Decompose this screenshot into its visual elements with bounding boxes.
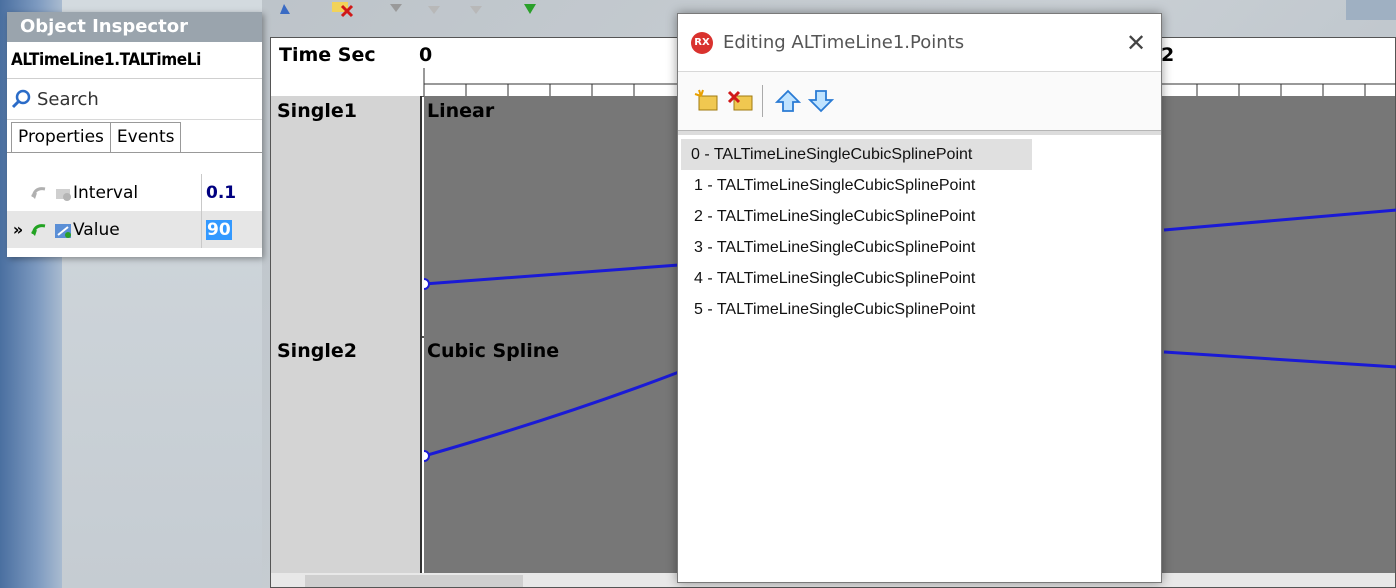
- property-type-icon: [56, 188, 71, 201]
- toolbar-edit-icon: [280, 4, 290, 14]
- toolbar-delete-icon: [332, 2, 354, 18]
- property-grid: Interval 0.1 » Value 90: [7, 174, 262, 248]
- toolbar-grey-icon-3: [470, 6, 482, 14]
- dialog-title: Editing ALTimeLine1.Points: [723, 32, 965, 53]
- list-item[interactable]: 5 - TALTimeLineSingleCubicSplinePoint: [681, 294, 1161, 325]
- toolbar-grey-icon-1: [390, 4, 402, 12]
- revert-icon: [31, 186, 46, 199]
- toolbar-separator: [762, 85, 763, 117]
- list-item[interactable]: 2 - TALTimeLineSingleCubicSplinePoint: [681, 201, 1161, 232]
- object-selector[interactable]: ALTimeLine1.TALTimeLi: [7, 42, 262, 79]
- property-row-value[interactable]: » Value 90: [7, 211, 262, 248]
- dialog-titlebar[interactable]: RX Editing ALTimeLine1.Points ✕: [678, 14, 1161, 72]
- property-name: Interval: [73, 182, 139, 203]
- property-value[interactable]: 90: [201, 211, 232, 248]
- desktop-right-edge: [1346, 0, 1396, 20]
- collection-list[interactable]: 0 - TALTimeLineSingleCubicSplinePoint 1 …: [678, 135, 1161, 325]
- property-type-icon: [55, 223, 71, 238]
- delete-item-button[interactable]: [725, 86, 755, 116]
- object-inspector-title: Object Inspector: [7, 12, 262, 42]
- list-item[interactable]: 4 - TALTimeLineSingleCubicSplinePoint: [681, 263, 1161, 294]
- toolbar-green-icon: [524, 4, 536, 14]
- dialog-toolbar: [678, 72, 1161, 131]
- collection-list-container: 0 - TALTimeLineSingleCubicSplinePoint 1 …: [678, 131, 1161, 582]
- move-up-button[interactable]: [773, 86, 803, 116]
- property-value[interactable]: 0.1: [201, 174, 236, 211]
- list-item[interactable]: 3 - TALTimeLineSingleCubicSplinePoint: [681, 232, 1161, 263]
- list-item[interactable]: 0 - TALTimeLineSingleCubicSplinePoint: [681, 139, 1032, 170]
- row-marker: »: [12, 220, 24, 239]
- track-name: Single1: [277, 100, 357, 122]
- property-search-box[interactable]: Search: [7, 79, 262, 120]
- collection-editor-dialog: RX Editing ALTimeLine1.Points ✕ 0 - TALT…: [677, 13, 1162, 583]
- track-name-cell: Single1: [271, 96, 422, 336]
- add-item-icon: [694, 89, 718, 111]
- property-icons: [29, 183, 73, 203]
- curve-point[interactable]: [424, 278, 430, 290]
- move-down-button[interactable]: [806, 86, 836, 116]
- property-value-text: 0.1: [206, 182, 237, 203]
- scrollbar-thumb[interactable]: [305, 575, 523, 587]
- list-item[interactable]: 1 - TALTimeLineSingleCubicSplinePoint: [681, 170, 1161, 201]
- toolbar-icons-strip: [280, 2, 536, 18]
- revert-icon[interactable]: [29, 220, 51, 240]
- tab-events[interactable]: Events: [110, 122, 182, 152]
- search-icon: [11, 89, 31, 109]
- property-row-interval[interactable]: Interval 0.1: [7, 174, 262, 211]
- delete-item-icon: [727, 90, 753, 111]
- move-up-icon: [775, 89, 801, 112]
- toolbar-grey-icon-2: [428, 6, 440, 14]
- inspector-tabs: Properties Events: [7, 120, 262, 153]
- property-value-text: 90: [206, 219, 232, 240]
- property-icons: [29, 220, 73, 240]
- search-placeholder: Search: [37, 88, 99, 110]
- track-name: Single2: [277, 340, 357, 362]
- curve-point[interactable]: [424, 450, 430, 462]
- move-down-icon: [808, 90, 834, 113]
- tab-properties[interactable]: Properties: [11, 122, 111, 152]
- add-item-button[interactable]: [692, 86, 722, 116]
- close-icon[interactable]: ✕: [1111, 29, 1161, 57]
- object-inspector-panel: Object Inspector ALTimeLine1.TALTimeLi S…: [7, 12, 262, 257]
- track-name-cell: Single2: [271, 336, 422, 574]
- property-name: Value: [73, 219, 120, 240]
- rad-studio-logo-icon: RX: [691, 31, 713, 54]
